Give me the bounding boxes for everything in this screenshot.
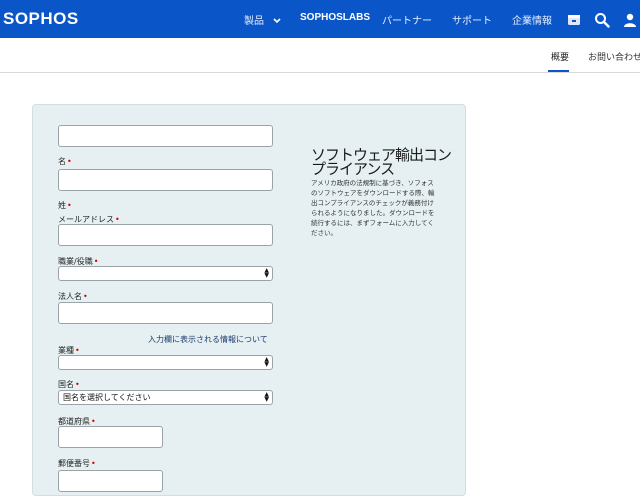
field-info-link[interactable]: 入力欄に表示される情報について: [148, 334, 268, 345]
country-label: 国名•: [58, 380, 80, 389]
email-input[interactable]: [58, 224, 273, 246]
prefecture-input[interactable]: [58, 426, 163, 448]
nav-products-label: 製品: [244, 16, 264, 27]
industry-select[interactable]: ▲ ▼: [58, 355, 273, 370]
store-icon[interactable]: [566, 12, 582, 28]
search-icon[interactable]: [594, 12, 610, 28]
first-name-label: 名•: [58, 157, 72, 166]
last-name-label: 姓•: [58, 201, 72, 210]
tab-contact[interactable]: お問い合わせ: [588, 50, 640, 63]
country-select[interactable]: 国名を選択してください ▲ ▼: [58, 390, 273, 405]
company-label: 法人名•: [58, 292, 88, 301]
compliance-title: ソフトウェア輸出コンプライアンス: [311, 146, 452, 178]
chevron-down-icon: [273, 18, 281, 24]
last-name-input[interactable]: [58, 169, 273, 191]
nav-partners[interactable]: パートナー: [382, 12, 432, 27]
company-input[interactable]: [58, 302, 273, 324]
nav-support[interactable]: サポート: [452, 12, 492, 27]
user-icon[interactable]: [622, 12, 638, 28]
first-name-input[interactable]: [58, 125, 273, 147]
country-select-value: 国名を選択してください: [63, 393, 151, 402]
select-arrows-icon: ▲ ▼: [264, 391, 269, 403]
tab-overview[interactable]: 概要: [551, 50, 569, 63]
nav-products[interactable]: 製品: [244, 12, 281, 27]
sub-navigation: 概要 お問い合わせ: [0, 38, 640, 73]
select-arrows-icon: ▲ ▼: [264, 267, 269, 279]
postal-code-label: 郵便番号•: [58, 459, 96, 468]
sophos-logo[interactable]: SOPHOS: [3, 9, 79, 29]
select-arrows-icon: ▲ ▼: [264, 356, 269, 368]
top-navigation-bar: SOPHOS 製品 SOPHOSLABS パートナー サポート 企業情報: [0, 0, 640, 39]
nav-sophoslabs[interactable]: SOPHOSLABS: [300, 12, 370, 23]
active-tab-indicator: [548, 70, 569, 72]
nav-company[interactable]: 企業情報: [512, 12, 552, 27]
job-title-select[interactable]: ▲ ▼: [58, 266, 273, 281]
compliance-description: アメリカ政府の法規制に基づき、ソフォスのソフトウェアをダウンロードする際、輸出コ…: [311, 179, 435, 237]
postal-code-input[interactable]: [58, 470, 163, 492]
